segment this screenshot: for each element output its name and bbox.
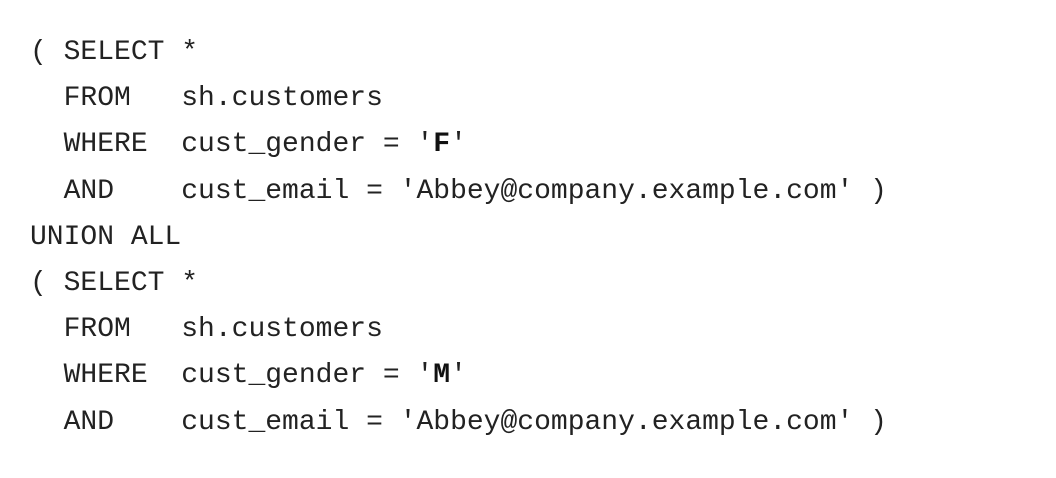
code-line-select-1: ( SELECT *: [30, 30, 887, 76]
where-expression: cust_gender = ': [181, 360, 434, 392]
gender-value: M: [433, 360, 451, 392]
code-line-where-1: WHERE cust_gender = 'F': [30, 122, 887, 168]
where-quote-close: ': [450, 360, 467, 392]
where-quote-close: ': [450, 129, 467, 161]
gender-value: F: [433, 129, 451, 161]
code-line-union: UNION ALL: [30, 215, 887, 261]
where-expression: cust_gender = ': [181, 129, 434, 161]
code-line-select-2: ( SELECT *: [30, 261, 887, 307]
and-keyword: AND: [30, 406, 182, 438]
select-clause: ( SELECT *: [30, 267, 199, 299]
from-keyword: FROM: [30, 314, 182, 346]
from-table: sh.customers: [181, 314, 383, 346]
sql-code-block: ( SELECT * FROM sh.customers WHERE cust_…: [30, 30, 887, 446]
code-line-from-1: FROM sh.customers: [30, 76, 887, 122]
code-line-and-2: AND cust_email = 'Abbey@company.example.…: [30, 400, 887, 446]
where-keyword: WHERE: [30, 360, 182, 392]
union-all-keyword: UNION ALL: [30, 221, 182, 253]
where-keyword: WHERE: [30, 129, 182, 161]
and-expression: cust_email = 'Abbey@company.example.com'…: [181, 406, 887, 438]
from-keyword: FROM: [30, 83, 182, 115]
code-line-where-2: WHERE cust_gender = 'M': [30, 353, 887, 399]
from-table: sh.customers: [181, 83, 383, 115]
and-expression: cust_email = 'Abbey@company.example.com'…: [181, 175, 887, 207]
and-keyword: AND: [30, 175, 182, 207]
code-line-and-1: AND cust_email = 'Abbey@company.example.…: [30, 169, 887, 215]
code-line-from-2: FROM sh.customers: [30, 307, 887, 353]
select-clause: ( SELECT *: [30, 37, 199, 68]
